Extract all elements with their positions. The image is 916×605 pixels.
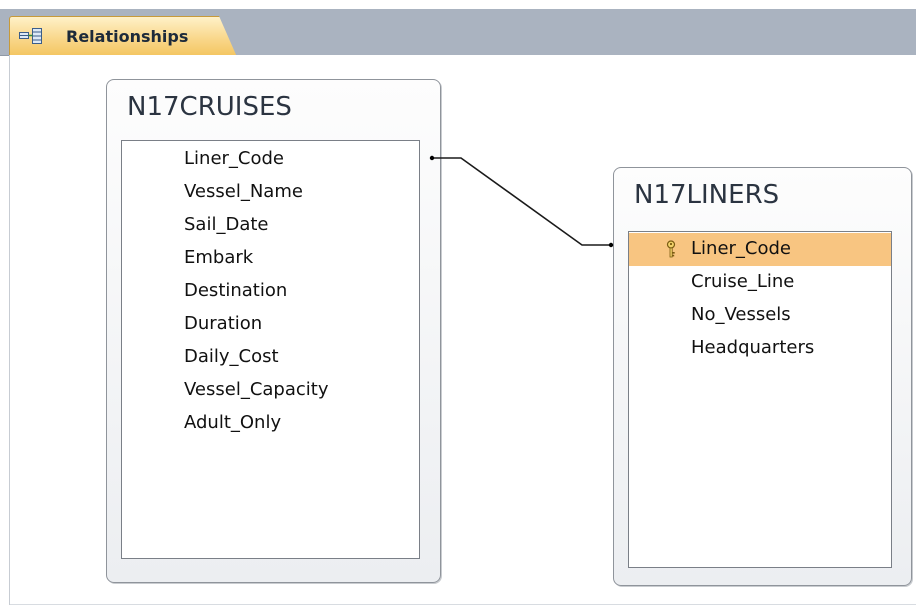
field-daily-cost[interactable]: Daily_Cost (122, 341, 419, 374)
relationships-icon (19, 28, 42, 44)
primary-key-icon (666, 240, 676, 258)
table-n17liners[interactable]: N17LINERS Liner_Code Cruise_Line No_Vess… (613, 167, 912, 586)
field-headquarters[interactable]: Headquarters (629, 332, 891, 365)
field-liner-code-primary-key[interactable]: Liner_Code (629, 233, 891, 266)
tab-relationships[interactable]: Relationships (9, 16, 237, 57)
relationships-canvas[interactable]: N17CRUISES Liner_Code Vessel_Name Sail_D… (9, 55, 916, 605)
field-cruise-line[interactable]: Cruise_Line (629, 266, 891, 299)
tab-label: Relationships (66, 27, 189, 46)
field-vessel-capacity[interactable]: Vessel_Capacity (122, 374, 419, 407)
table-n17cruises[interactable]: N17CRUISES Liner_Code Vessel_Name Sail_D… (106, 79, 441, 583)
document-tab-strip: Relationships (0, 9, 916, 57)
field-no-vessels[interactable]: No_Vessels (629, 299, 891, 332)
field-list[interactable]: Liner_Code Vessel_Name Sail_Date Embark … (121, 140, 420, 559)
field-liner-code[interactable]: Liner_Code (122, 143, 419, 176)
field-adult-only[interactable]: Adult_Only (122, 407, 419, 440)
field-embark[interactable]: Embark (122, 242, 419, 275)
field-vessel-name[interactable]: Vessel_Name (122, 176, 419, 209)
field-label: Liner_Code (691, 238, 791, 259)
field-list[interactable]: Liner_Code Cruise_Line No_Vessels Headqu… (628, 231, 892, 568)
table-title[interactable]: N17CRUISES (127, 92, 292, 122)
field-destination[interactable]: Destination (122, 275, 419, 308)
field-sail-date[interactable]: Sail_Date (122, 209, 419, 242)
table-title[interactable]: N17LINERS (634, 180, 779, 210)
field-duration[interactable]: Duration (122, 308, 419, 341)
